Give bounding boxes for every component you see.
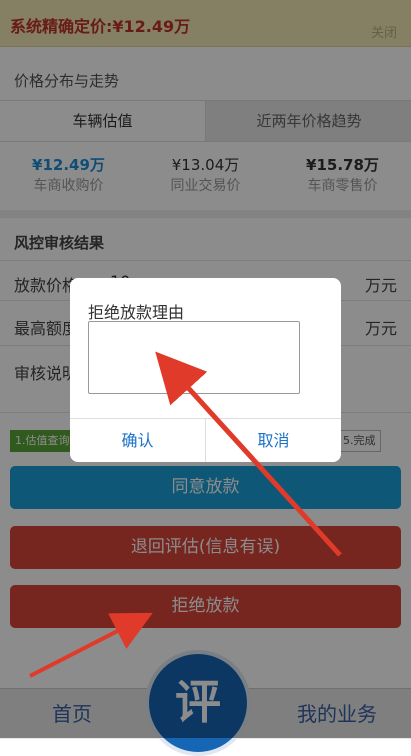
annotation-arrows bbox=[29, 351, 342, 678]
annotation-arrow bbox=[155, 351, 342, 557]
annotation-arrow bbox=[29, 612, 153, 678]
